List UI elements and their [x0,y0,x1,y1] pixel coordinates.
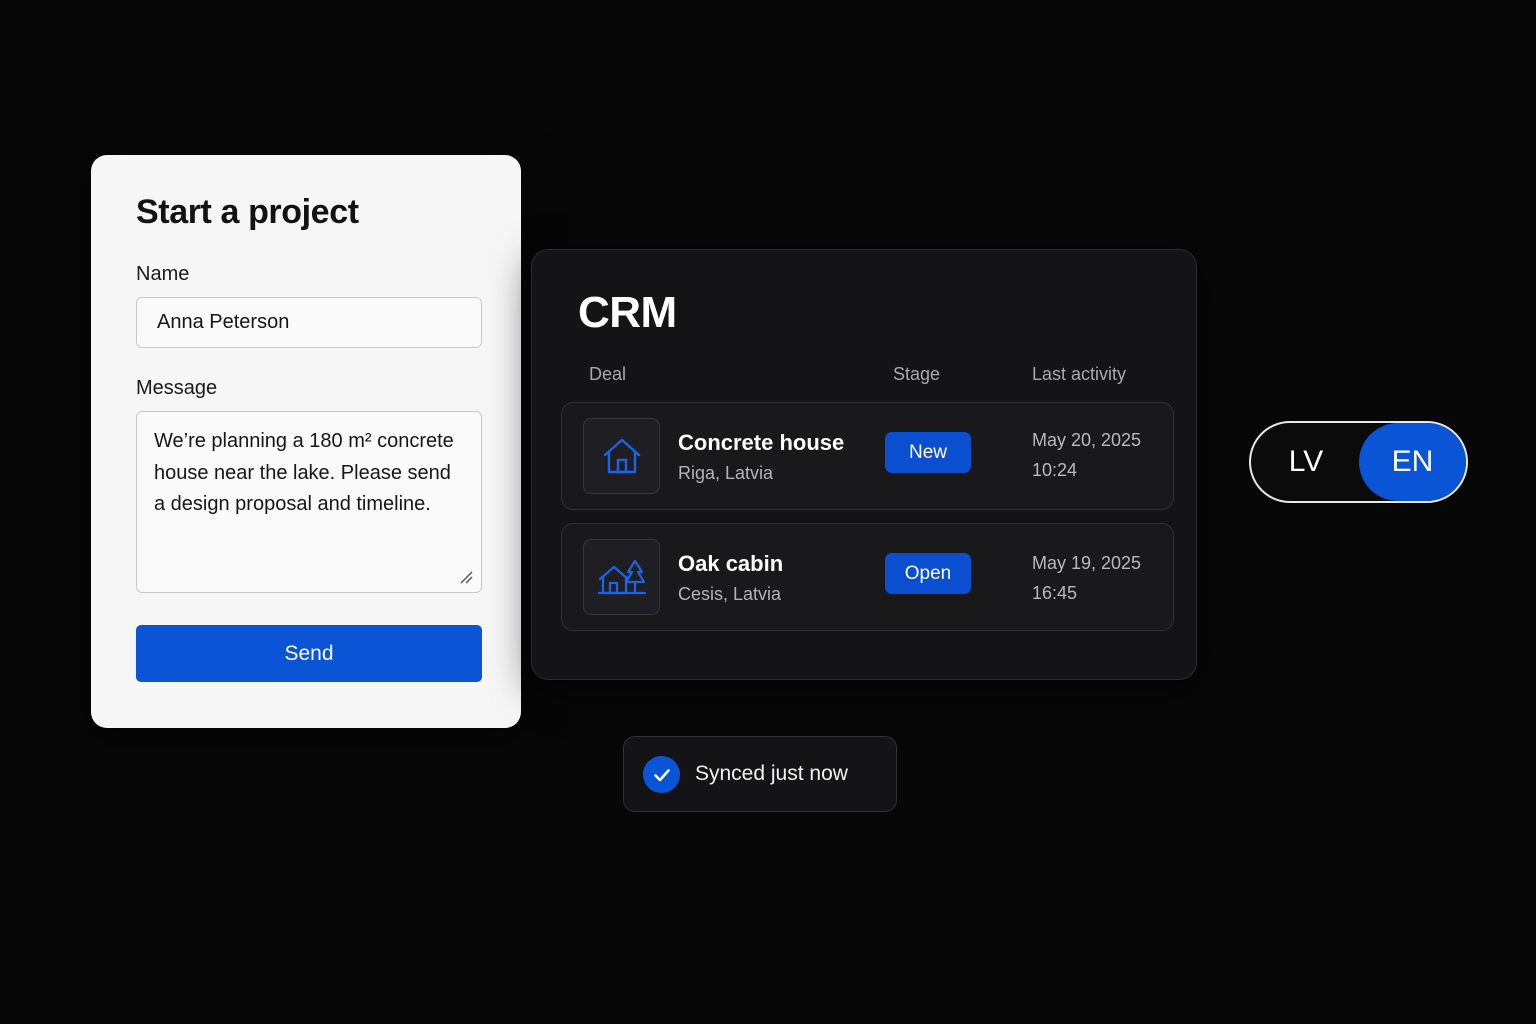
language-option-en[interactable]: EN [1359,423,1466,501]
message-label: Message [136,377,218,399]
language-toggle[interactable]: LV EN [1249,421,1468,503]
crm-title: CRM [578,288,677,337]
send-button[interactable]: Send [136,625,482,682]
column-header-stage[interactable]: Stage [893,364,940,385]
activity-time: 10:24 [1032,460,1078,480]
form-title: Start a project [136,193,359,231]
deal-row-oak-cabin[interactable]: Oak cabin Cesis, Latvia Open May 19, 202… [561,523,1174,631]
stage-badge[interactable]: New [885,432,971,473]
deal-name: Concrete house [678,430,845,455]
house-icon [603,438,640,474]
column-header-last-activity[interactable]: Last activity [1032,364,1126,385]
deal-thumbnail [583,539,660,615]
name-input[interactable] [136,297,482,348]
project-form-card: Start a project Name Message We’re plann… [91,155,521,728]
activity-time: 16:45 [1032,583,1078,603]
cabin-trees-icon [597,559,646,595]
deal-thumbnail [583,418,660,494]
language-option-lv[interactable]: LV [1251,423,1361,501]
activity-date: May 19, 2025 [1032,553,1142,573]
deal-row-concrete-house[interactable]: Concrete house Riga, Latvia New May 20, … [561,402,1174,510]
stage-badge[interactable]: Open [885,553,971,594]
message-textarea[interactable]: We’re planning a 180 m² concrete house n… [136,411,482,593]
column-header-deal[interactable]: Deal [589,364,626,385]
activity-date: May 20, 2025 [1032,430,1142,450]
sync-status-text: Synced just now [695,762,848,785]
name-label: Name [136,263,190,285]
sync-status-toast: Synced just now [623,736,897,812]
resize-handle-icon[interactable] [459,570,473,584]
deal-name: Oak cabin [678,551,784,576]
deal-location: Cesis, Latvia [678,584,782,604]
check-icon [643,756,680,793]
crm-panel: CRM Deal Stage Last activity Concrete ho… [531,249,1197,680]
deal-location: Riga, Latvia [678,463,774,483]
